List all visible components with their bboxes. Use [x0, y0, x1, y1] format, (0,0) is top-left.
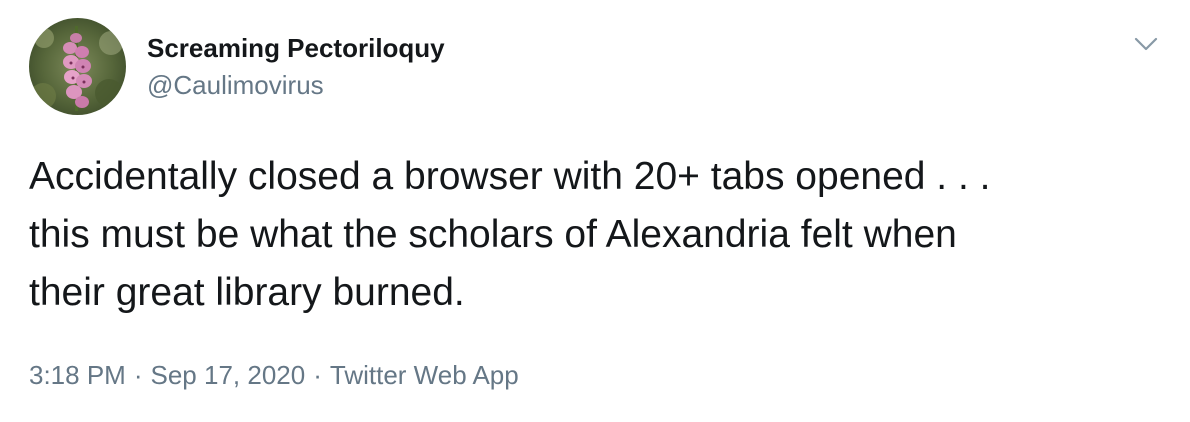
chevron-down-icon [1134, 37, 1158, 51]
author-avatar[interactable] [29, 18, 126, 115]
foxglove-flower-avatar-icon [29, 18, 126, 115]
author-display-name[interactable]: Screaming Pectoriloquy [147, 33, 445, 64]
author-handle[interactable]: @Caulimovirus [147, 70, 324, 101]
tweet-card: Screaming Pectoriloquy @Caulimovirus Acc… [0, 0, 1190, 422]
tweet-timestamp-link[interactable]: 3:18 PM · Sep 17, 2020 [29, 360, 305, 390]
tweet-source-link[interactable]: Twitter Web App [330, 360, 519, 390]
tweet-date: Sep 17, 2020 [150, 360, 306, 390]
tweet-menu-button[interactable] [1132, 30, 1160, 58]
separator-dot: · [133, 360, 143, 390]
tweet-text: Accidentally closed a browser with 20+ t… [29, 155, 991, 314]
tweet-time: 3:18 PM [29, 360, 126, 390]
tweet-metadata: 3:18 PM · Sep 17, 2020 · Twitter Web App [29, 360, 519, 391]
separator-dot: · [313, 360, 322, 390]
